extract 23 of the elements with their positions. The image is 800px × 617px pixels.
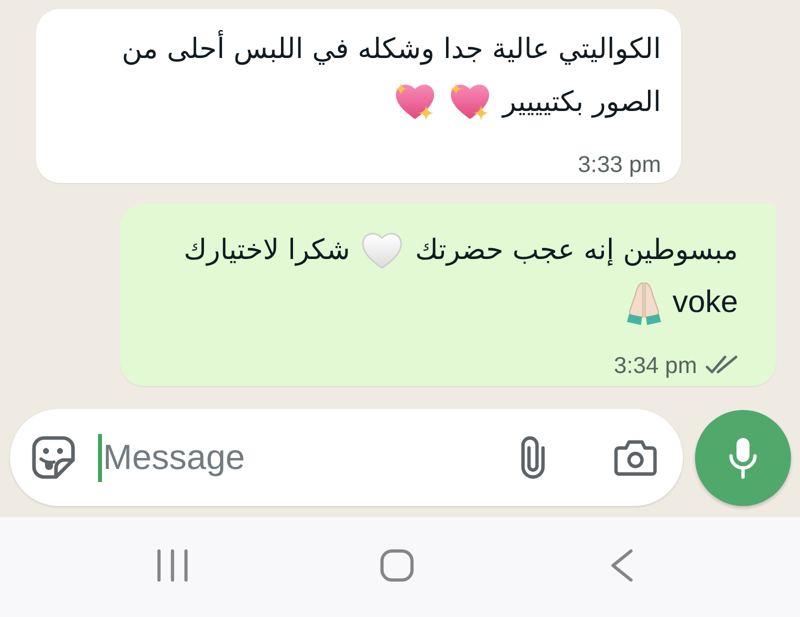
microphone-icon bbox=[728, 436, 758, 478]
chevron-left-icon bbox=[610, 548, 634, 582]
paperclip-icon bbox=[519, 436, 547, 480]
back-button[interactable] bbox=[610, 548, 634, 582]
message-time: 3:34 pm bbox=[614, 353, 697, 377]
camera-icon bbox=[614, 439, 657, 476]
attach-button[interactable] bbox=[519, 436, 547, 480]
message-text: الكواليتي عالية جدا وشكله في اللبس أحلى من bbox=[122, 31, 661, 66]
message-input[interactable]: Message bbox=[103, 434, 519, 482]
home-button[interactable] bbox=[380, 548, 414, 582]
three-bars-icon bbox=[157, 548, 188, 582]
message-text: شكرا لاختيارك bbox=[184, 232, 350, 267]
message-text: مبسوطين إنه عجب حضرتك bbox=[415, 232, 738, 267]
message-text: voke bbox=[672, 283, 738, 322]
message-bar[interactable]: Message bbox=[10, 409, 683, 506]
recent-apps-button[interactable] bbox=[157, 548, 188, 582]
sticker-button[interactable] bbox=[32, 436, 75, 479]
camera-button[interactable] bbox=[614, 439, 657, 476]
sticker-icon bbox=[32, 436, 75, 479]
folded-hands-icon bbox=[624, 280, 663, 326]
message-time: 3:33 pm bbox=[578, 152, 661, 176]
message-text: الصور بكتيييير bbox=[502, 84, 661, 119]
rounded-square-icon bbox=[380, 548, 414, 582]
